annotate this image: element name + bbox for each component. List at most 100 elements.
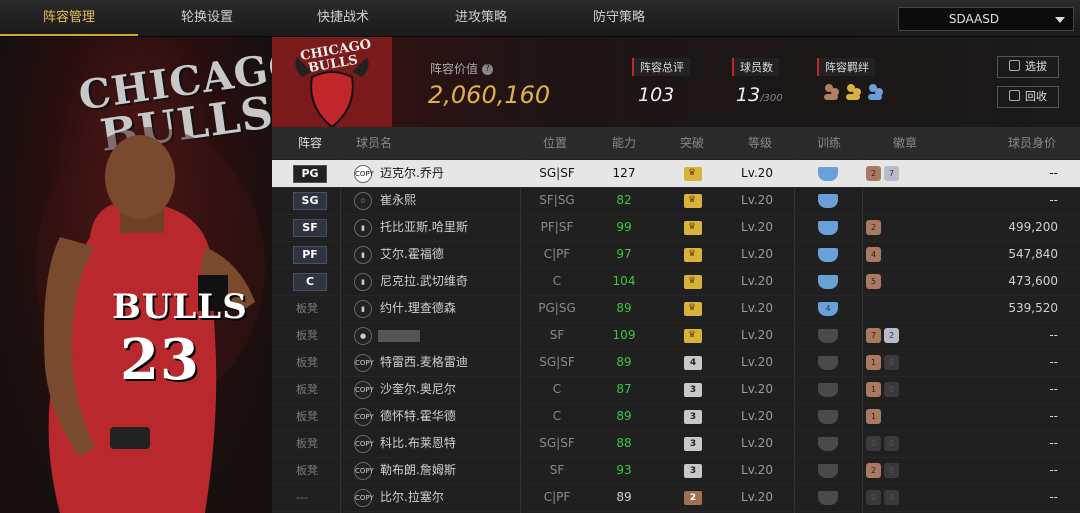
badge-icon: 2 bbox=[866, 220, 881, 235]
player-position: SG|SF bbox=[539, 436, 575, 450]
player-position: SF bbox=[549, 328, 565, 342]
table-row[interactable]: 板凳 ▮ 约什.理查德森 PG|SG 89 ♛ Lv.20 4 539,520 bbox=[272, 295, 1080, 323]
col-ability[interactable]: 能力 bbox=[612, 127, 636, 159]
table-row[interactable]: SG ☆ 崔永熙 SF|SG 82 ♛ Lv.20 -- bbox=[272, 187, 1080, 215]
col-lineup[interactable]: 阵容 bbox=[298, 127, 322, 159]
badge-icon: 0 bbox=[884, 436, 899, 451]
badge-icon: 4 bbox=[866, 247, 881, 262]
player-name[interactable]: 托比亚斯.哈里斯 bbox=[380, 214, 468, 241]
player-ability: 104 bbox=[612, 274, 636, 288]
player-level: Lv.20 bbox=[741, 301, 773, 315]
player-price: -- bbox=[1049, 355, 1058, 369]
player-position: SF bbox=[549, 463, 565, 477]
crown-glyph: ♛ bbox=[688, 303, 697, 313]
training-shield-icon bbox=[818, 491, 838, 505]
player-position: PG|SG bbox=[538, 301, 576, 315]
lineup-value: 2,060,160 bbox=[428, 81, 551, 109]
training-shield-icon bbox=[818, 275, 838, 289]
player-name[interactable]: 沙奎尔.奥尼尔 bbox=[380, 376, 456, 403]
col-breach[interactable]: 突破 bbox=[680, 127, 704, 159]
table-row[interactable]: 板凳 COPY 德怀特.霍华德 C 89 3 Lv.20 1 -- bbox=[272, 403, 1080, 431]
player-level: Lv.20 bbox=[741, 355, 773, 369]
table-row[interactable]: 板凳 ● SF 109 ♛ Lv.20 7 2 -- bbox=[272, 322, 1080, 350]
table-row[interactable]: PF ▮ 艾尔.霍福德 C|PF 97 ♛ Lv.20 4 547,840 bbox=[272, 241, 1080, 269]
badge-icon: 1 bbox=[866, 409, 881, 424]
synergy-icons[interactable] bbox=[821, 82, 887, 106]
col-position[interactable]: 位置 bbox=[543, 127, 567, 159]
stat-synergy: 阵容羁绊 bbox=[817, 56, 887, 106]
player-ability: 97 bbox=[616, 247, 632, 261]
player-portrait-panel: CHICAGO BULLS BULLS 23 bbox=[0, 37, 272, 513]
col-badges[interactable]: 徽章 bbox=[893, 127, 917, 159]
table-row[interactable]: SF ▮ 托比亚斯.哈里斯 PF|SF 99 ♛ Lv.20 2 499,200 bbox=[272, 214, 1080, 242]
player-name[interactable]: 德怀特.霍华德 bbox=[380, 403, 456, 430]
crown-glyph: ♛ bbox=[688, 276, 697, 286]
player-name[interactable]: 迈克尔.乔丹 bbox=[380, 160, 444, 187]
training-shield-icon bbox=[818, 221, 838, 235]
pick-button[interactable]: 选拔 bbox=[997, 56, 1059, 78]
badge-icon: 7 bbox=[866, 328, 881, 343]
col-training[interactable]: 训练 bbox=[817, 127, 841, 159]
col-level[interactable]: 等级 bbox=[748, 127, 772, 159]
player-price: -- bbox=[1049, 193, 1058, 207]
player-name[interactable]: 约什.理查德森 bbox=[380, 295, 456, 322]
player-price: 499,200 bbox=[1008, 220, 1058, 234]
player-price: -- bbox=[1049, 463, 1058, 477]
bench-label: 板凳 bbox=[296, 464, 318, 477]
table-row[interactable]: C ▮ 尼克拉.武切维奇 C 104 ♛ Lv.20 5 473,600 bbox=[272, 268, 1080, 296]
stat-overall: 阵容总评 103 bbox=[632, 56, 690, 106]
player-name[interactable]: 崔永熙 bbox=[380, 187, 416, 214]
stat-overall-value: 103 bbox=[638, 84, 675, 106]
tab-rotation[interactable]: 轮换设置 bbox=[138, 0, 276, 36]
player-level: Lv.20 bbox=[741, 409, 773, 423]
badge-icon: 0 bbox=[884, 355, 899, 370]
player-type-icon: COPY bbox=[354, 381, 374, 399]
table-row[interactable]: PG COPY 迈克尔.乔丹 SG|SF 127 ♛ Lv.20 2 7 -- bbox=[272, 160, 1080, 188]
lineup-header: CHICAGO BULLS 阵容价值? 2,060,160 阵容总评 103 球… bbox=[272, 37, 1080, 127]
position-slot[interactable]: PG bbox=[293, 165, 327, 183]
player-price: -- bbox=[1049, 409, 1058, 423]
tab-offense[interactable]: 进攻策略 bbox=[412, 0, 550, 36]
table-row[interactable]: 板凳 COPY 科比.布莱恩特 SG|SF 88 3 Lv.20 0 0 -- bbox=[272, 430, 1080, 458]
dropdown-value: SDAASD bbox=[948, 12, 1000, 26]
recycle-button-label: 回收 bbox=[1025, 90, 1047, 103]
player-name[interactable]: 勒布朗.詹姆斯 bbox=[380, 457, 456, 484]
account-dropdown[interactable]: SDAASD bbox=[898, 7, 1074, 31]
top-navigation: 阵容管理 轮换设置 快捷战术 进攻策略 防守策略 SDAASD bbox=[0, 0, 1080, 37]
tab-lineup[interactable]: 阵容管理 bbox=[0, 0, 138, 36]
player-name[interactable]: 艾尔.霍福德 bbox=[380, 241, 444, 268]
player-name[interactable]: 科比.布莱恩特 bbox=[380, 430, 456, 457]
player-ability: 89 bbox=[616, 409, 632, 423]
player-ability: 89 bbox=[616, 490, 632, 504]
table-row[interactable]: 板凳 COPY 勒布朗.詹姆斯 SF 93 3 Lv.20 2 0 -- bbox=[272, 457, 1080, 485]
recycle-button[interactable]: 回收 bbox=[997, 86, 1059, 108]
player-name[interactable]: 比尔.拉塞尔 bbox=[380, 484, 444, 511]
player-price: 473,600 bbox=[1008, 274, 1058, 288]
tab-defense[interactable]: 防守策略 bbox=[550, 0, 688, 36]
position-slot[interactable]: PF bbox=[293, 246, 327, 264]
player-name[interactable]: 尼克拉.武切维奇 bbox=[380, 268, 468, 295]
player-position: PF|SF bbox=[540, 220, 574, 234]
player-level: Lv.20 bbox=[741, 490, 773, 504]
player-position: C|PF bbox=[543, 490, 571, 504]
position-slot[interactable]: SF bbox=[293, 219, 327, 237]
help-icon[interactable]: ? bbox=[482, 64, 494, 75]
table-row[interactable]: --- COPY 比尔.拉塞尔 C|PF 89 2 Lv.20 0 0 -- bbox=[272, 484, 1080, 512]
player-ability: 99 bbox=[616, 220, 632, 234]
player-name[interactable]: 特雷西.麦格雷迪 bbox=[380, 349, 468, 376]
table-row[interactable]: 板凳 COPY 沙奎尔.奥尼尔 C 87 3 Lv.20 1 0 -- bbox=[272, 376, 1080, 404]
refresh-icon bbox=[1009, 60, 1020, 71]
col-price[interactable]: 球员身价 bbox=[1008, 127, 1056, 159]
player-price: 539,520 bbox=[1008, 301, 1058, 315]
badge-icon: 0 bbox=[884, 382, 899, 397]
crown-glyph: ♛ bbox=[688, 222, 697, 232]
lineup-value-label: 阵容价值? bbox=[430, 60, 494, 77]
badge-icon: 0 bbox=[866, 436, 881, 451]
col-name[interactable]: 球员名 bbox=[356, 127, 392, 159]
position-slot[interactable]: C bbox=[293, 273, 327, 291]
player-type-icon: ● bbox=[354, 327, 372, 345]
table-row[interactable]: 板凳 COPY 特雷西.麦格雷迪 SG|SF 89 4 Lv.20 1 0 -- bbox=[272, 349, 1080, 377]
position-slot[interactable]: SG bbox=[293, 192, 327, 210]
tab-quick-tactics[interactable]: 快捷战术 bbox=[274, 0, 412, 36]
player-position: SG|SF bbox=[539, 166, 575, 180]
